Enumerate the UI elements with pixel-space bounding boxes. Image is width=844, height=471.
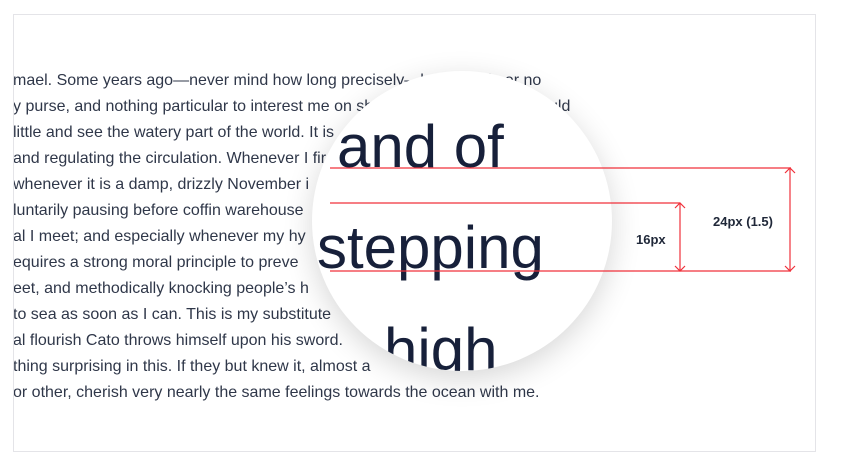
line-height-label: 24px (1.5) bbox=[713, 214, 773, 229]
font-size-label: 16px bbox=[636, 232, 666, 247]
measurement-guides bbox=[330, 167, 796, 272]
